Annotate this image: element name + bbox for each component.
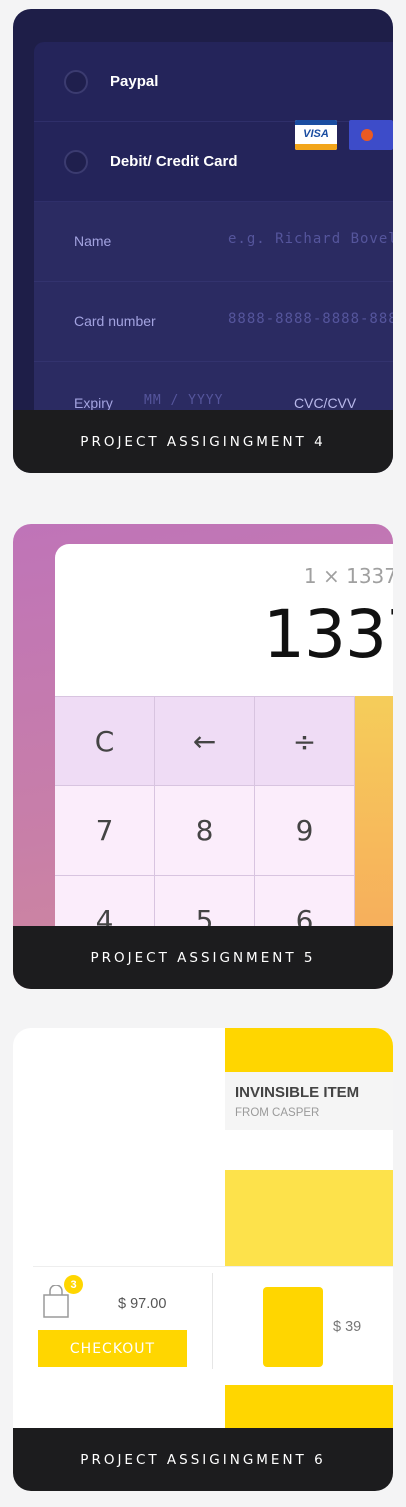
cart-total: $ 97.00 [118, 1296, 167, 1312]
cart-count-badge: 3 [64, 1275, 83, 1294]
cart-item-price: $ 39 [333, 1319, 362, 1335]
checkout-button[interactable]: CHECKOUT [38, 1330, 187, 1367]
name-label: Name [74, 233, 112, 249]
calc-keypad: C ← ÷ 7 8 9 4 5 6 [55, 696, 393, 944]
calc-expression: 1 × 1337 [303, 564, 393, 588]
paypal-label: Paypal [110, 73, 159, 90]
project-card-4[interactable]: Paypal Debit/ Credit Card Name Card numb… [13, 9, 393, 473]
key-9[interactable]: 9 [255, 786, 355, 876]
project-caption-6: PROJECT ASSIGINGMENT 6 [13, 1428, 393, 1491]
payment-panel: Paypal Debit/ Credit Card Name Card numb… [34, 42, 393, 442]
cart-bar: 3 $ 97.00 CHECKOUT $ 39 [33, 1266, 393, 1376]
key-clear[interactable]: C [55, 696, 155, 786]
card-number-row: Card number [34, 282, 393, 362]
cvc-label: CVC/CVV [294, 395, 357, 411]
card-label: Debit/ Credit Card [110, 153, 238, 170]
radio-card[interactable] [64, 149, 88, 174]
calc-result: 1337 [263, 596, 393, 673]
card-number-input[interactable] [228, 311, 393, 327]
card-form: Name Card number Expiry CVC/CVV [34, 202, 393, 442]
payment-option-paypal[interactable]: Paypal [34, 42, 393, 122]
project-caption-4: PROJECT ASSIGINGMENT 4 [13, 410, 393, 473]
key-backspace[interactable]: ← [155, 696, 255, 786]
divider [212, 1273, 213, 1369]
key-8[interactable]: 8 [155, 786, 255, 876]
product-image-top [225, 1028, 393, 1072]
name-row: Name [34, 202, 393, 282]
key-7[interactable]: 7 [55, 786, 155, 876]
cart-item-thumbnail[interactable] [263, 1287, 323, 1367]
product-image[interactable] [225, 1170, 393, 1270]
name-input[interactable] [228, 231, 393, 247]
product-info[interactable]: INVINSIBLE ITEM FROM CASPER [225, 1072, 393, 1130]
expiry-input[interactable] [144, 393, 244, 408]
product-name: INVINSIBLE ITEM [235, 1084, 360, 1101]
project-card-6[interactable]: INVINSIBLE ITEM FROM CASPER 3 $ 97.00 CH… [13, 1028, 393, 1491]
key-divide[interactable]: ÷ [255, 696, 355, 786]
radio-paypal[interactable] [64, 69, 88, 94]
mastercard-icon [349, 120, 393, 150]
project-card-5[interactable]: 1 × 1337 1337 C ← ÷ 7 8 9 4 5 6 PROJECT … [13, 524, 393, 989]
key-operator-column[interactable] [355, 696, 393, 944]
product-brand: FROM CASPER [235, 1107, 320, 1119]
calculator: 1 × 1337 1337 C ← ÷ 7 8 9 4 5 6 [55, 544, 393, 944]
expiry-label: Expiry [74, 395, 113, 411]
product-image-bottom [225, 1385, 393, 1428]
project-caption-5: PROJECT ASSIGNMENT 5 [13, 926, 393, 989]
card-number-label: Card number [74, 313, 156, 329]
payment-option-card[interactable]: Debit/ Credit Card [34, 122, 393, 202]
visa-icon: VISA [295, 120, 337, 150]
